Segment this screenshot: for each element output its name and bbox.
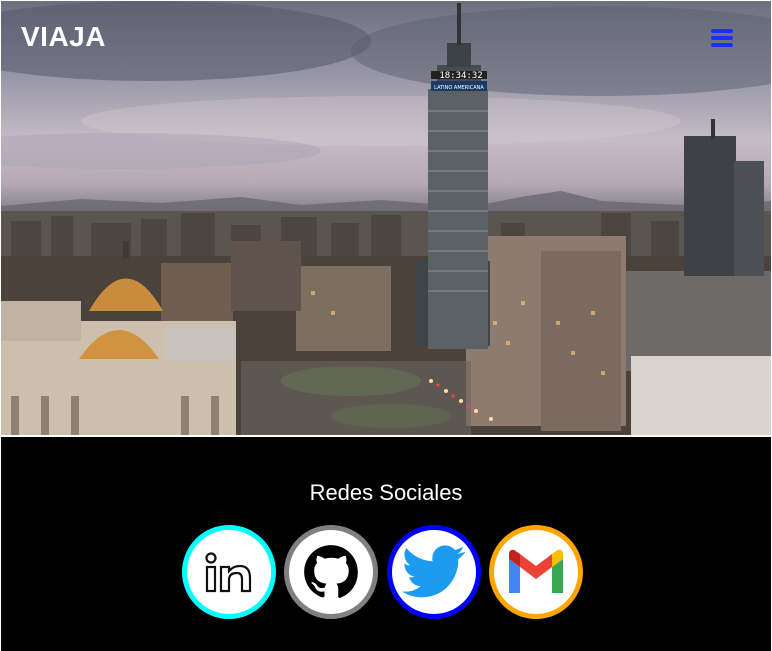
hero-image: 18:34:32 LATINO AMERICANA VIAJA	[1, 1, 771, 435]
footer: Redes Sociales	[1, 437, 771, 651]
linkedin-button[interactable]	[182, 525, 276, 619]
footer-title: Redes Sociales	[309, 480, 463, 505]
github-button[interactable]	[284, 525, 378, 619]
github-icon	[304, 545, 358, 598]
gmail-button[interactable]	[489, 525, 583, 619]
tower-clock-text: 18:34:32	[439, 71, 482, 81]
twitter-icon	[402, 545, 465, 598]
tower-sign-text: LATINO AMERICANA	[434, 85, 484, 91]
city-skyline-illustration: 18:34:32 LATINO AMERICANA	[1, 1, 771, 435]
hamburger-menu-icon[interactable]	[711, 29, 733, 47]
linkedin-icon	[205, 552, 252, 593]
twitter-button[interactable]	[387, 525, 481, 619]
gmail-icon	[509, 549, 563, 593]
brand-logo[interactable]: VIAJA	[21, 21, 106, 53]
